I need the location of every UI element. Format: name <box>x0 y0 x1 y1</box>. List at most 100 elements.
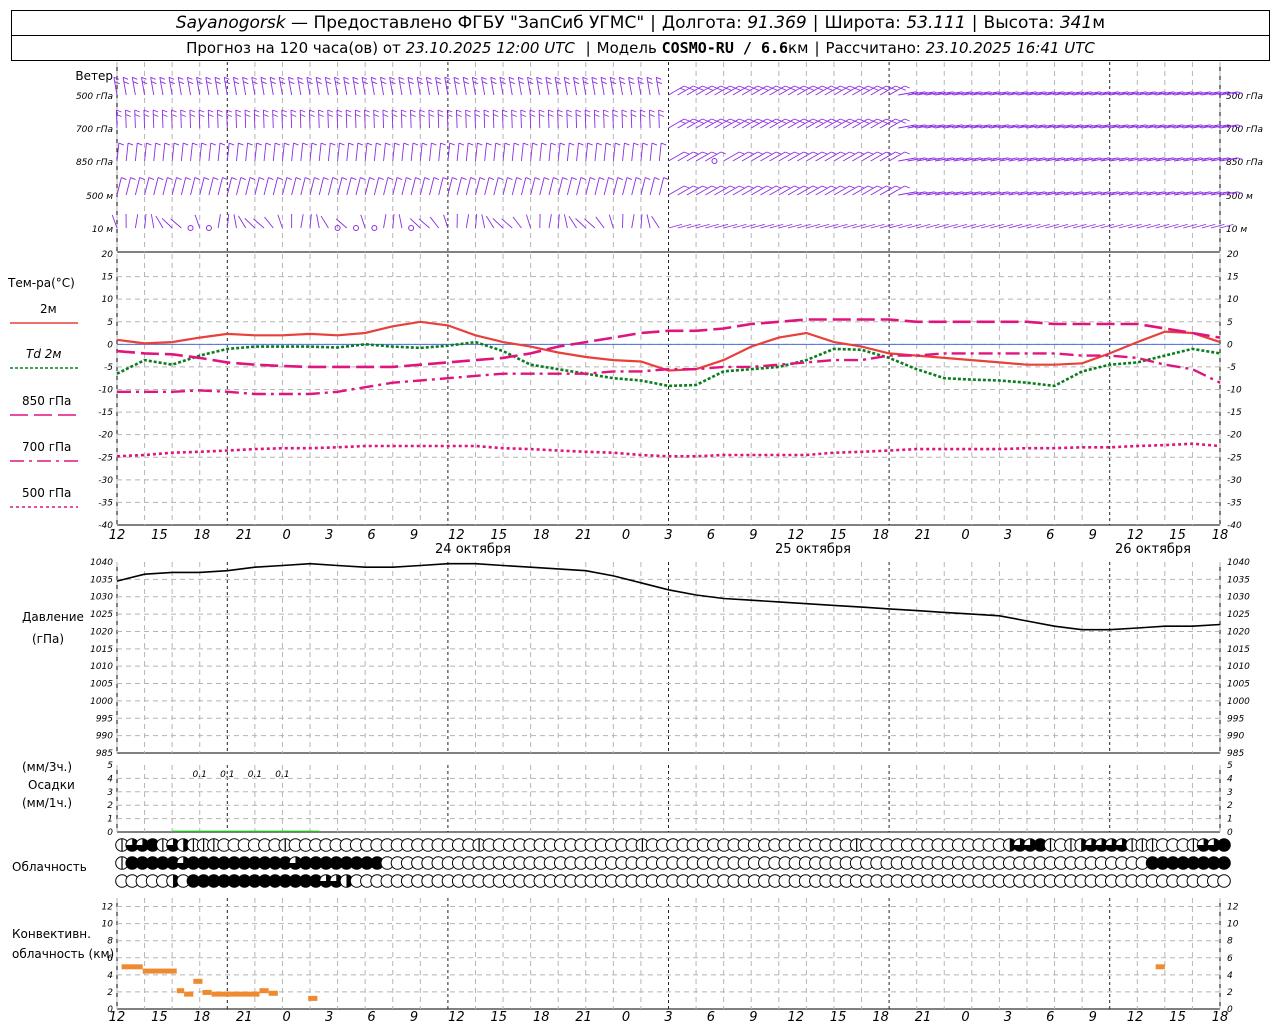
wind-barb <box>591 77 596 96</box>
wind-barb <box>352 77 357 96</box>
wind-barb <box>446 109 449 129</box>
temp-ytick-right: -10 <box>1227 386 1242 396</box>
wind-level-label-left: 10 м <box>92 225 113 235</box>
temp-xtick-label: 12 <box>1127 528 1144 543</box>
precip-bar <box>264 830 274 832</box>
wind-barb <box>116 177 122 196</box>
convective-ytick-left: 2 <box>107 988 113 998</box>
wind-barb <box>456 143 460 162</box>
convective-ytick-left: 6 <box>107 954 113 964</box>
wind-barb-feather <box>185 177 191 180</box>
wind-barb-feather <box>431 142 437 146</box>
temp-xtick-label: 15 <box>830 528 847 543</box>
wind-barb <box>861 151 878 162</box>
wind-barb-feather <box>716 87 723 91</box>
temp-xtick-label: 21 <box>915 528 932 543</box>
wind-barb-feather <box>323 177 329 180</box>
wind-barb-feather <box>300 114 306 117</box>
wind-barb <box>217 177 223 196</box>
precip-annotation: 0.1 <box>220 770 234 780</box>
wind-barb <box>796 118 813 129</box>
wind-barb <box>272 143 276 162</box>
wind-barb-feather <box>339 142 345 146</box>
wind-barb-feather <box>183 142 189 146</box>
temp-ytick-right: -5 <box>1227 363 1236 373</box>
wind-barb-feather <box>274 142 281 146</box>
wind-barb <box>842 151 859 162</box>
wind-barb <box>410 143 414 162</box>
wind-barb-feather <box>683 85 690 89</box>
temp-ytick-right: -30 <box>1227 476 1242 486</box>
bottom-xtick-label: 12 <box>109 1010 126 1024</box>
wind-barb-feather <box>153 114 159 117</box>
wind-barb-feather <box>698 120 704 124</box>
wind-barb <box>686 151 703 162</box>
wind-barb <box>732 85 749 96</box>
wind-barb-feather <box>729 85 736 89</box>
wind-barb <box>888 185 905 196</box>
temp-title: Тем-ра(°C) <box>7 276 75 290</box>
wind-barb <box>842 85 859 96</box>
wind-barb <box>778 85 795 96</box>
wind-barb <box>474 109 476 129</box>
wind-barb-feather <box>428 109 435 113</box>
wind-title: Ветер <box>75 69 113 83</box>
wind-barb-feather <box>603 109 609 113</box>
wind-barb-feather <box>757 118 763 122</box>
wind-barb-feather <box>651 142 658 146</box>
wind-barb-feather <box>479 177 485 180</box>
wind-barb-feather <box>360 177 366 180</box>
wind-barb-feather <box>167 177 173 180</box>
wind-barb <box>235 109 237 129</box>
wind-barb-feather <box>693 185 699 189</box>
wind-barb <box>649 177 655 196</box>
wind-barb-feather <box>235 109 242 113</box>
wind-barb-feather <box>744 87 750 91</box>
wind-barb-feather <box>302 142 308 146</box>
wind-barb-feather <box>658 109 664 113</box>
wind-barb <box>888 118 905 129</box>
wind-barb <box>428 109 430 129</box>
wind-barb <box>343 77 348 96</box>
pressure-ytick-left: 1030 <box>90 593 113 603</box>
wind-barb <box>566 109 568 129</box>
wind-barb-feather <box>314 177 320 180</box>
wind-barb-feather <box>357 142 364 146</box>
wind-barb-feather <box>203 177 210 180</box>
wind-barb <box>264 216 274 229</box>
wind-barb <box>355 143 359 162</box>
wind-barb-feather <box>702 151 708 155</box>
wind-barb <box>443 214 449 229</box>
wind-barb-feather <box>854 120 861 124</box>
wind-barb-feather <box>396 177 403 180</box>
wind-barb <box>190 143 193 162</box>
temp-xtick-label: 15 <box>491 528 508 543</box>
wind-barb-feather <box>192 142 198 146</box>
wind-barb-feather <box>642 142 648 146</box>
convective-ytick-right: 10 <box>1227 920 1239 930</box>
wind-barb <box>233 214 237 229</box>
wind-barb-feather <box>373 109 379 113</box>
wind-barb <box>723 118 740 129</box>
wind-barb-feather <box>781 120 787 124</box>
temp-ytick-left: 0 <box>107 340 113 350</box>
wind-barb-feather <box>410 114 416 117</box>
wind-barb <box>190 177 196 196</box>
wind-barb <box>769 85 786 96</box>
wind-barb-feather <box>739 85 745 89</box>
precip-ytick-right: 1 <box>1227 815 1233 825</box>
wind-barb-feather <box>615 142 621 146</box>
wind-barb-feather <box>525 177 531 180</box>
wind-barb <box>207 109 210 129</box>
wind-barb-feather <box>867 151 874 155</box>
wind-barb <box>244 218 256 229</box>
wind-barb-feather <box>219 142 226 146</box>
wind-barb-feather <box>808 120 815 124</box>
wind-barb-feather <box>803 185 809 189</box>
wind-barb <box>161 109 164 129</box>
bottom-xtick-label: 21 <box>575 1010 592 1024</box>
wind-barb <box>383 177 389 196</box>
pressure-ytick-right: 1015 <box>1227 645 1250 655</box>
wind-barb-feather <box>904 185 910 189</box>
wind-barb-feather <box>311 142 318 146</box>
